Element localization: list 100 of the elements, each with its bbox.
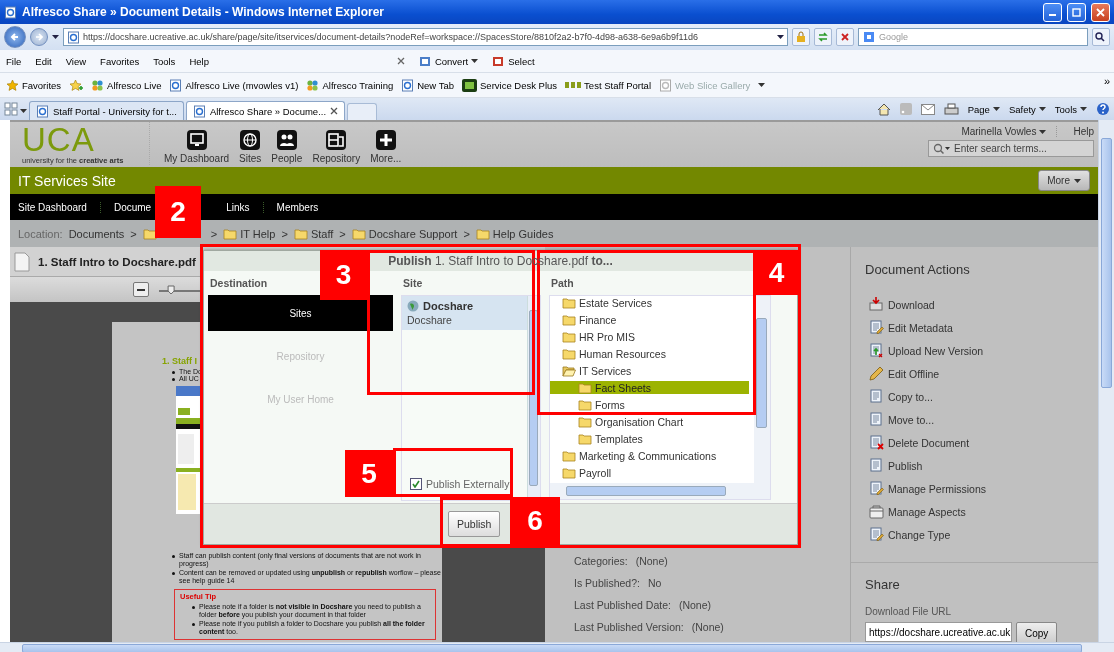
- toolbar-menu[interactable]: Tools: [1054, 103, 1087, 115]
- favorite-link[interactable]: Alfresco Live: [91, 78, 162, 92]
- breadcrumb-link[interactable]: Staff: [293, 227, 334, 240]
- quick-tabs-icon[interactable]: [4, 102, 18, 116]
- search-field[interactable]: Enter search terms...: [928, 140, 1094, 157]
- toolbar-menu[interactable]: Safety: [1008, 103, 1046, 115]
- action-link[interactable]: Publish: [869, 454, 1098, 477]
- action-link[interactable]: Manage Aspects: [869, 500, 1098, 523]
- menu-item[interactable]: Edit: [35, 55, 52, 67]
- help-icon[interactable]: [1096, 102, 1110, 116]
- refresh-button[interactable]: [814, 28, 832, 46]
- tree-item[interactable]: Fact Sheets: [550, 381, 749, 394]
- maximize-button[interactable]: [1067, 2, 1086, 22]
- zoom-out-button[interactable]: [133, 282, 149, 297]
- scrollbar[interactable]: [550, 483, 770, 499]
- tree-item[interactable]: Organisation Chart: [550, 415, 749, 428]
- page-icon: [192, 104, 206, 118]
- publish-externally-checkbox[interactable]: Publish Externally: [402, 478, 527, 490]
- close-icon[interactable]: [396, 57, 405, 65]
- action-link[interactable]: Move to...: [869, 408, 1098, 431]
- convert-dropdown[interactable]: Convert: [418, 55, 479, 67]
- favorite-link[interactable]: Alfresco Training: [306, 78, 394, 92]
- tree-item[interactable]: Templates: [550, 432, 749, 445]
- destination-item[interactable]: Sites: [208, 295, 393, 331]
- tree-item[interactable]: Finance: [550, 313, 749, 326]
- select-button[interactable]: Select: [492, 55, 535, 67]
- nav-item[interactable]: My Dashboard: [164, 129, 230, 164]
- menu-item[interactable]: Tools: [153, 55, 176, 67]
- flower-icon: [306, 78, 320, 92]
- action-link[interactable]: Edit Metadata: [869, 316, 1098, 339]
- more-button[interactable]: More: [1038, 170, 1090, 191]
- favorite-link[interactable]: Test Staff Portal: [565, 79, 651, 91]
- add-favorite-icon[interactable]: [69, 78, 84, 92]
- toolbar-menu[interactable]: Page: [967, 103, 1000, 115]
- star-icon: [6, 78, 19, 92]
- action-link[interactable]: Change Type: [869, 523, 1098, 546]
- menu-item[interactable]: Favorites: [100, 55, 140, 67]
- delete-document-icon: [869, 435, 884, 450]
- minimize-button[interactable]: [1043, 2, 1062, 22]
- forward-button[interactable]: [30, 28, 48, 46]
- favorite-link[interactable]: Service Desk Plus: [462, 78, 558, 92]
- tree-item[interactable]: HR Pro MIS: [550, 330, 749, 343]
- field-label: Is Published?:: [574, 577, 640, 589]
- close-icon[interactable]: [330, 107, 339, 115]
- site-nav-item[interactable]: Links: [226, 201, 264, 213]
- scrollbar[interactable]: [0, 642, 1114, 652]
- mail-icon[interactable]: [920, 103, 935, 115]
- minus-icon: [137, 288, 145, 291]
- overflow-chevron[interactable]: »: [1103, 75, 1110, 87]
- folder-icon: [578, 432, 592, 445]
- breadcrumb-link[interactable]: Documents: [68, 227, 125, 240]
- action-link[interactable]: Upload New Version: [869, 339, 1098, 362]
- tree-item[interactable]: Marketing & Communications: [550, 449, 749, 462]
- action-link[interactable]: Delete Document: [869, 431, 1098, 454]
- close-button[interactable]: [1091, 2, 1110, 22]
- help-link[interactable]: Help: [1056, 126, 1094, 137]
- breadcrumb-link[interactable]: IT Help: [223, 227, 276, 240]
- nav-item[interactable]: More...: [370, 129, 402, 164]
- scrollbar[interactable]: [754, 296, 770, 483]
- address-field[interactable]: https://docshare.ucreative.ac.uk/share/page/site/itservices/document-details?nodeRef=workspace://SpacesStore/8810f2a2-b7f0-4d98-a638-6e9a6b9f11d6: [63, 28, 788, 46]
- tree-item[interactable]: Human Resources: [550, 347, 749, 360]
- action-link[interactable]: Copy to...: [869, 385, 1098, 408]
- action-link[interactable]: Download: [869, 293, 1098, 316]
- stop-button[interactable]: [836, 28, 854, 46]
- back-button[interactable]: [4, 26, 26, 48]
- scrollbar[interactable]: [1098, 120, 1114, 642]
- publish-button[interactable]: Publish: [448, 511, 501, 537]
- browser-tab[interactable]: Staff Portal - University for t...: [29, 101, 184, 120]
- nav-item[interactable]: Sites: [239, 129, 262, 164]
- nav-item[interactable]: People: [271, 129, 303, 164]
- action-link[interactable]: Edit Offline: [869, 362, 1098, 385]
- home-icon[interactable]: [876, 102, 891, 116]
- favorites-button[interactable]: Favorites: [6, 78, 62, 92]
- url-field[interactable]: https://docshare.ucreative.ac.uk: [865, 622, 1012, 642]
- menu-item[interactable]: File: [6, 55, 22, 67]
- favorite-link[interactable]: New Tab: [401, 78, 454, 92]
- site-nav-item[interactable]: Members: [276, 201, 332, 213]
- nav-item[interactable]: Repository: [312, 129, 361, 164]
- printer-icon[interactable]: [943, 102, 959, 116]
- search-button[interactable]: [1092, 28, 1110, 46]
- menu-item[interactable]: View: [65, 55, 87, 67]
- field-label: Categories:: [574, 555, 628, 567]
- breadcrumb-link[interactable]: Help Guides: [475, 227, 554, 240]
- breadcrumb-link[interactable]: Docshare Support: [351, 227, 458, 240]
- action-link[interactable]: Manage Permissions: [869, 477, 1098, 500]
- copy-button[interactable]: Copy: [1016, 622, 1058, 644]
- browser-tab[interactable]: Alfresco Share » Docume...: [185, 101, 346, 120]
- tree-item[interactable]: Payroll: [550, 466, 749, 479]
- site-nav-item[interactable]: Site Dashboard: [18, 201, 101, 213]
- tree-item[interactable]: IT Services: [550, 364, 749, 377]
- user-menu[interactable]: Marinella Vowles: [961, 126, 1047, 137]
- field-label: Download File URL: [865, 606, 953, 617]
- site-item[interactable]: Docshare Docshare: [402, 296, 527, 330]
- slider-thumb[interactable]: [167, 285, 175, 294]
- tree-item[interactable]: Estate Services: [550, 296, 749, 309]
- tree-item[interactable]: Forms: [550, 398, 749, 411]
- favorite-link[interactable]: Alfresco Live (mvowles v1): [169, 78, 299, 92]
- folder-icon: [223, 227, 238, 240]
- menu-item[interactable]: Help: [189, 55, 209, 67]
- site-nav-item[interactable]: Docume: [113, 201, 152, 213]
